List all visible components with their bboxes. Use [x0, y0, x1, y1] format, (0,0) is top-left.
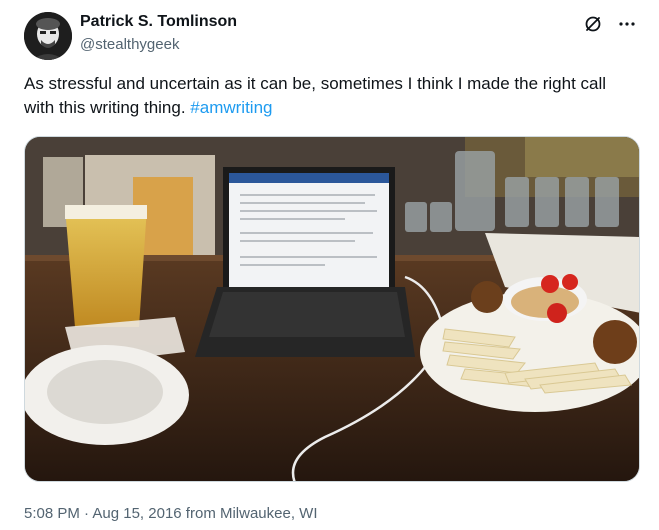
tweet-body: As stressful and uncertain as it can be,…	[24, 74, 607, 117]
user-avatar-icon	[24, 12, 72, 60]
tweet-text: As stressful and uncertain as it can be,…	[24, 72, 636, 120]
avatar[interactable]	[24, 12, 72, 60]
hashtag-link[interactable]: #amwriting	[190, 98, 272, 117]
tweet-location: from Milwaukee, WI	[181, 505, 318, 522]
user-handle[interactable]: @stealthygeek	[80, 35, 237, 55]
tweet-photo[interactable]	[24, 136, 640, 482]
slashed-circle-icon[interactable]	[583, 14, 603, 34]
display-name[interactable]: Patrick S. Tomlinson	[80, 12, 237, 32]
author-block: Patrick S. Tomlinson @stealthygeek	[80, 12, 237, 55]
tweet-actions-top	[583, 14, 637, 34]
tweet-card: Patrick S. Tomlinson @stealthygeek As st…	[0, 0, 659, 530]
photo-icon	[25, 137, 639, 481]
tweet-timestamp: 5:08 PM · Aug 15, 2016 from Milwaukee, W…	[24, 504, 318, 524]
ellipsis-icon[interactable]	[617, 14, 637, 34]
tweet-time[interactable]: 5:08 PM	[24, 505, 80, 522]
tweet-date[interactable]: Aug 15, 2016	[92, 505, 181, 522]
separator-dot: ·	[79, 505, 93, 522]
